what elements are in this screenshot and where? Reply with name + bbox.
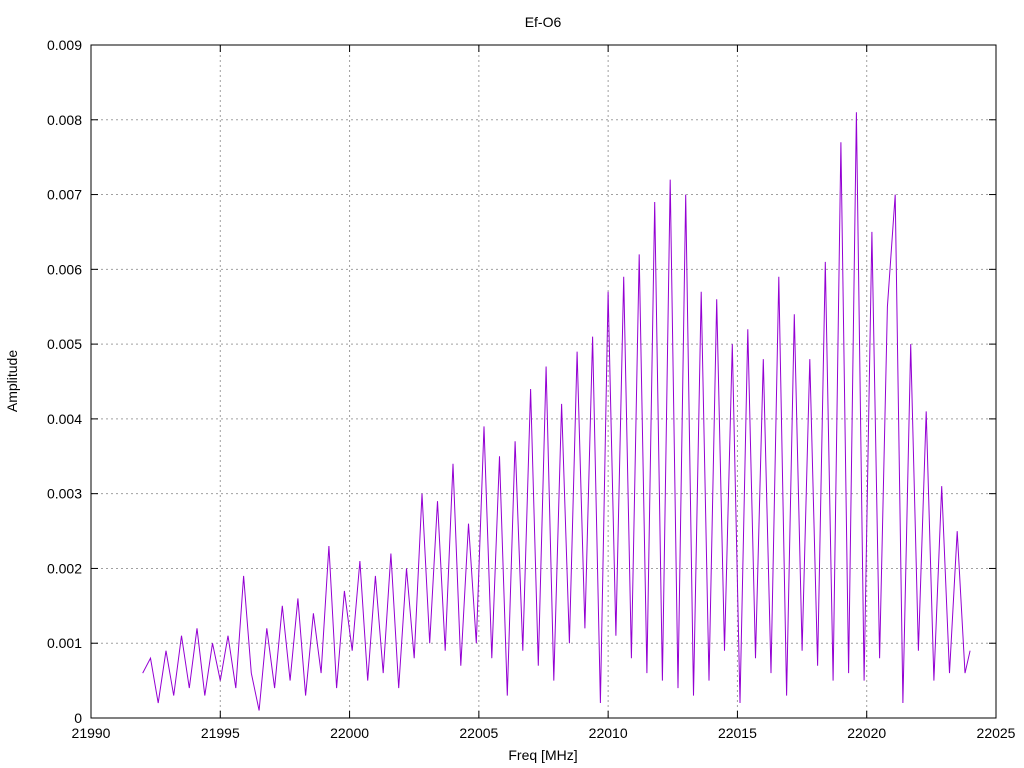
x-tick-label: 22020: [847, 725, 886, 741]
y-tick-label: 0.008: [47, 112, 82, 128]
chart-title: Ef-O6: [525, 14, 562, 30]
y-tick-label: 0.009: [47, 37, 82, 53]
y-tick-label: 0.002: [47, 560, 82, 576]
x-tick-label: 21990: [72, 725, 111, 741]
x-tick-labels: 21990 21995 22000 22005 22010 22015 22020 22025: [72, 725, 1016, 741]
y-axis-label: Amplitude: [4, 350, 20, 412]
series-line: [142, 112, 971, 711]
x-tick-label: 22025: [977, 725, 1016, 741]
x-tick-label: 21995: [201, 725, 240, 741]
x-tick-label: 22015: [718, 725, 757, 741]
y-tick-label: 0: [74, 710, 82, 726]
y-tick-label: 0.001: [47, 635, 82, 651]
y-tick-labels: 0 0.001 0.002 0.003 0.004 0.005 0.006 0.007 0.00…: [47, 37, 82, 726]
x-axis-label: Freq [MHz]: [508, 747, 577, 763]
line-chart: Ef-O6 21990 21995 22000 22005 22010 22015 2202…: [4, 14, 1016, 763]
series-group: [142, 112, 971, 711]
y-tick-label: 0.003: [47, 486, 82, 502]
y-tick-label: 0.007: [47, 187, 82, 203]
y-tick-label: 0.006: [47, 261, 82, 277]
x-tick-label: 22010: [589, 725, 628, 741]
y-tick-label: 0.005: [47, 336, 82, 352]
x-tick-label: 22000: [330, 725, 369, 741]
x-tick-label: 22005: [459, 725, 498, 741]
y-tick-label: 0.004: [47, 411, 82, 427]
